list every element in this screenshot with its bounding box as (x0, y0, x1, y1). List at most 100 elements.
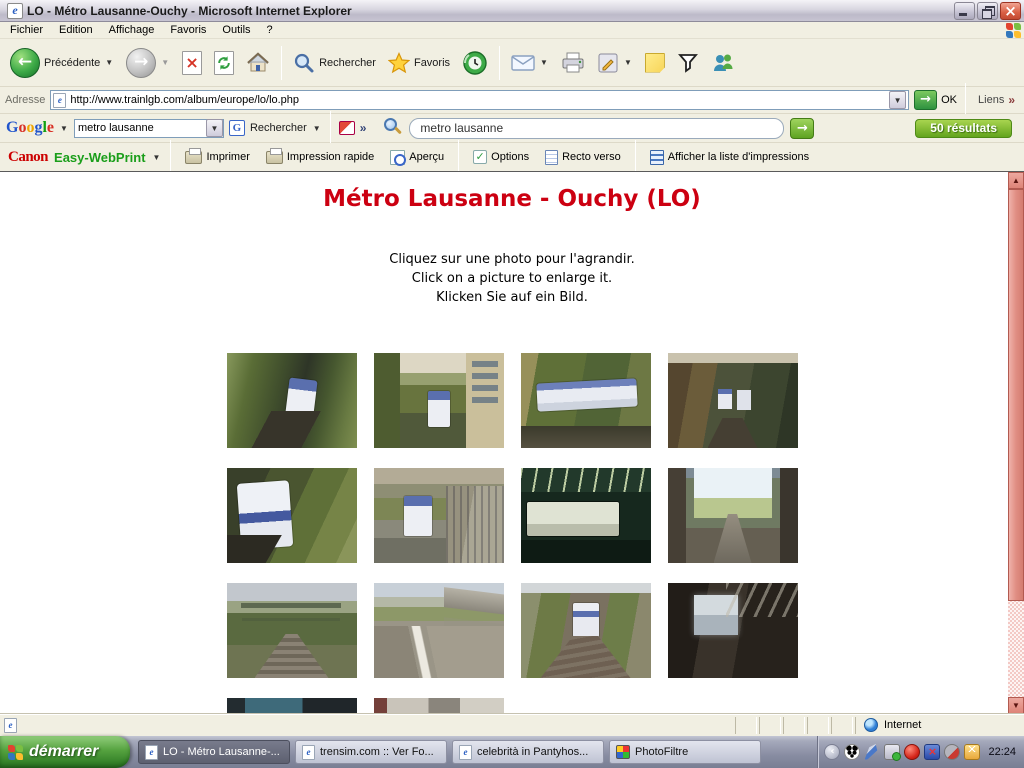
menu-outils[interactable]: Outils (214, 23, 258, 37)
scroll-down-button[interactable]: ▼ (1008, 697, 1024, 713)
taskbar-item-celebrita[interactable]: e celebrità in Pantyhos... (452, 740, 604, 764)
favorites-button[interactable]: Favoris (384, 50, 454, 76)
edit-dropdown-icon[interactable]: ▼ (623, 58, 633, 67)
back-dropdown-icon[interactable]: ▼ (104, 58, 114, 67)
forward-button[interactable]: → ▼ (122, 46, 174, 80)
google-logo-dropdown-icon[interactable]: ▼ (59, 124, 69, 133)
address-field[interactable]: e http://www.trainlgb.com/album/europe/l… (50, 90, 909, 110)
duplex-button[interactable]: Recto verso (540, 148, 626, 167)
mail-notification-icon[interactable] (964, 744, 980, 760)
mail-button[interactable]: ▼ (507, 52, 553, 74)
printer-status-icon[interactable] (884, 744, 900, 760)
address-bar: Adresse e http://www.trainlgb.com/album/… (0, 87, 1024, 114)
title-bar: e LO - Métro Lausanne-Ouchy - Microsoft … (0, 0, 1024, 22)
photo-grid (227, 353, 798, 713)
rocket-icon[interactable] (864, 744, 880, 760)
menu-favoris[interactable]: Favoris (162, 23, 214, 37)
popup-blocker-icon[interactable] (339, 121, 355, 135)
taskbar-item-photofiltre[interactable]: PhotoFiltre (609, 740, 761, 764)
photo-thumbnail[interactable] (227, 583, 357, 678)
edit-button[interactable]: ▼ (593, 50, 637, 76)
google-overflow-icon[interactable]: » (360, 121, 367, 135)
photo-thumbnail[interactable] (668, 583, 798, 678)
google-logo[interactable]: Google (6, 120, 54, 136)
page-icon: e (459, 745, 472, 760)
photo-thumbnail[interactable] (668, 468, 798, 563)
status-panel (783, 717, 805, 734)
mail-dropdown-icon[interactable]: ▼ (539, 58, 549, 67)
google-search-options-icon[interactable]: ▼ (312, 124, 322, 133)
messenger-icon (711, 52, 735, 74)
security-zone-panel: Internet (855, 717, 1020, 734)
stop-button[interactable]: × (178, 49, 206, 77)
page-scrollbar[interactable]: ▲ ▼ (1008, 172, 1024, 713)
google-g-icon: G (229, 120, 245, 136)
discuss-button[interactable] (641, 51, 669, 75)
duplex-icon (545, 150, 558, 165)
tray-collapse-button[interactable]: ‹ (824, 744, 840, 760)
photo-thumbnail[interactable] (374, 698, 504, 713)
photo-thumbnail[interactable] (521, 353, 651, 448)
menu-fichier[interactable]: Fichier (2, 23, 51, 37)
side-search-go-button[interactable]: → (790, 118, 814, 139)
scrollbar-thumb[interactable] (1008, 189, 1024, 601)
options-button[interactable]: ✓ Options (468, 148, 534, 166)
address-label: Adresse (5, 94, 45, 106)
preview-button[interactable]: Aperçu (385, 148, 449, 167)
photo-thumbnail[interactable] (521, 468, 651, 563)
back-button[interactable]: ← Précédente ▼ (6, 46, 118, 80)
google-search-dropdown-icon[interactable]: ▼ (206, 119, 223, 137)
refresh-button[interactable] (210, 49, 238, 77)
photo-thumbnail[interactable] (227, 353, 357, 448)
photo-thumbnail[interactable] (374, 468, 504, 563)
red-app-icon[interactable] (904, 744, 920, 760)
network-error-icon[interactable]: × (924, 744, 940, 760)
menu-edition[interactable]: Edition (51, 23, 101, 37)
side-search-input[interactable] (409, 118, 784, 139)
task-buttons: e LO - Métro Lausanne-... e trensim.com … (138, 740, 761, 764)
restore-button[interactable] (977, 2, 998, 20)
links-overflow-icon[interactable]: » (1008, 93, 1015, 107)
funnel-icon (677, 52, 699, 74)
print-command-button[interactable]: Imprimer (180, 149, 254, 166)
go-button[interactable]: → OK (914, 90, 957, 110)
history-button[interactable] (458, 48, 492, 78)
antivirus-panda-icon[interactable] (844, 744, 860, 760)
go-arrow-icon: → (914, 90, 937, 110)
start-button[interactable]: démarrer (0, 736, 130, 768)
google-search-input[interactable] (75, 122, 206, 134)
print-button[interactable] (557, 50, 589, 76)
photo-thumbnail[interactable] (227, 698, 357, 713)
canon-product[interactable]: Easy-WebPrint (54, 151, 146, 164)
close-button[interactable] (1000, 2, 1021, 20)
google-search-combobox[interactable]: ▼ (74, 119, 224, 138)
minimize-button[interactable] (954, 2, 975, 20)
canon-dropdown-icon[interactable]: ▼ (152, 153, 162, 162)
taskbar-item-trensim[interactable]: e trensim.com :: Ver Fo... (295, 740, 447, 764)
address-dropdown-icon[interactable]: ▼ (889, 91, 906, 109)
address-url[interactable]: http://www.trainlgb.com/album/europe/lo/… (70, 94, 885, 106)
update-status-icon[interactable] (944, 744, 960, 760)
results-count-button[interactable]: 50 résultats (915, 119, 1012, 138)
menu-help[interactable]: ? (259, 23, 281, 37)
photo-thumbnail[interactable] (374, 353, 504, 448)
photo-thumbnail[interactable] (227, 468, 357, 563)
home-button[interactable] (242, 49, 274, 77)
taskbar-item-lo[interactable]: e LO - Métro Lausanne-... (138, 740, 290, 764)
search-button[interactable]: Rechercher (289, 50, 380, 76)
photo-thumbnail[interactable] (374, 583, 504, 678)
windows-flag-icon (8, 745, 23, 760)
system-tray: ‹ × 22:24 (817, 736, 1024, 768)
photo-thumbnail[interactable] (668, 353, 798, 448)
photo-thumbnail[interactable] (521, 583, 651, 678)
messenger-button[interactable] (707, 50, 739, 76)
filter-button[interactable] (673, 50, 703, 76)
scroll-up-button[interactable]: ▲ (1008, 172, 1024, 189)
links-button[interactable]: Liens » (974, 93, 1019, 107)
google-search-button[interactable]: Rechercher (250, 122, 307, 134)
quick-print-button[interactable]: Impression rapide (261, 149, 379, 166)
browser-viewport: Métro Lausanne - Ouchy (LO) Cliquez sur … (0, 171, 1024, 713)
menu-affichage[interactable]: Affichage (101, 23, 163, 37)
print-list-button[interactable]: Afficher la liste d'impressions (645, 148, 814, 167)
printer-icon (185, 151, 202, 164)
